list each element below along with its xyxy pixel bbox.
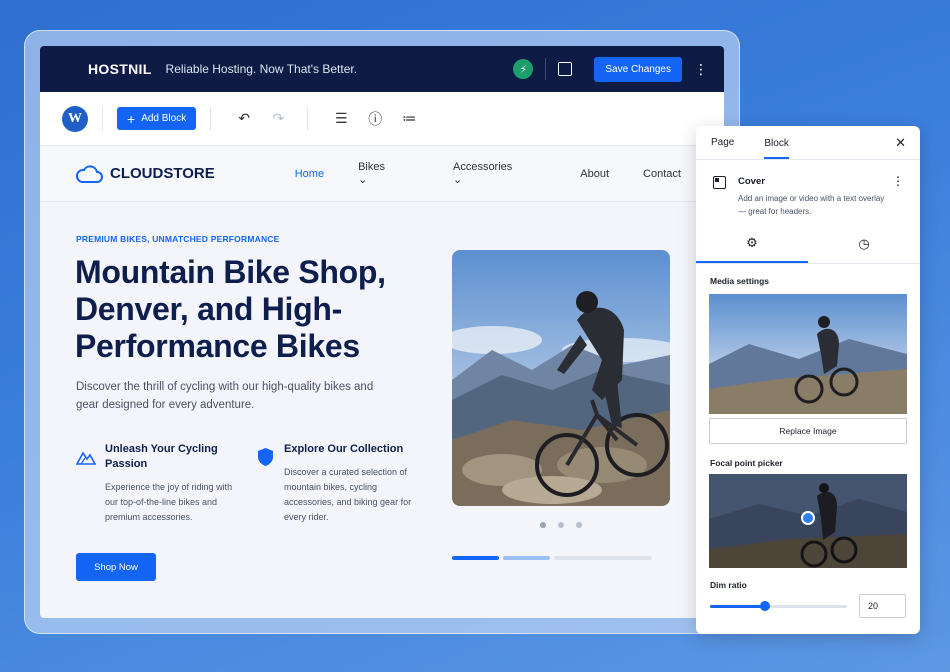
focal-point-label: Focal point picker bbox=[710, 458, 783, 468]
progress-segment bbox=[554, 556, 652, 560]
replace-image-button[interactable]: Replace Image bbox=[709, 418, 907, 444]
outline-icon[interactable]: ☰ bbox=[326, 110, 356, 127]
preview-icon[interactable] bbox=[558, 62, 573, 76]
slider-handle[interactable] bbox=[759, 601, 770, 611]
media-preview-image bbox=[709, 294, 907, 414]
tab-page[interactable]: Page bbox=[711, 127, 734, 158]
shop-now-button[interactable]: Shop Now bbox=[76, 553, 156, 581]
hero-eyebrow: PREMIUM BIKES, UNMATCHED PERFORMANCE bbox=[76, 234, 280, 244]
logo-bold: CLOUD bbox=[110, 165, 164, 182]
feature-passion: Unleash Your Cycling Passion Experience … bbox=[105, 442, 235, 525]
nav-item-home[interactable]: Home bbox=[295, 168, 324, 180]
brand-name: HOSTNIL bbox=[88, 61, 152, 77]
logo-rest: STORE bbox=[163, 165, 215, 182]
top-bar: HOSTNIL Reliable Hosting. Now That's Bet… bbox=[40, 46, 724, 92]
more-options-icon[interactable]: ⋮ bbox=[892, 174, 904, 188]
clock-icon: ◷ bbox=[858, 235, 870, 251]
progress-segment bbox=[452, 556, 499, 560]
settings-tab[interactable]: ⚙ bbox=[696, 224, 808, 263]
chevron-down-icon: ⌄ bbox=[358, 174, 368, 186]
lightning-icon[interactable]: ⚡ bbox=[513, 59, 534, 79]
editor-toolbar: W + Add Block ↶ ↷ ☰ ⓘ ≔ bbox=[40, 92, 724, 146]
add-block-button[interactable]: + Add Block bbox=[117, 107, 197, 130]
site-logo[interactable]: CLOUDSTORE bbox=[74, 164, 215, 184]
plus-icon: + bbox=[127, 110, 136, 127]
dim-ratio-slider[interactable] bbox=[710, 598, 847, 614]
slide-progress bbox=[452, 556, 652, 560]
hero-description: Discover the thrill of cycling with our … bbox=[76, 381, 374, 411]
gear-icon: ⚙ bbox=[746, 234, 758, 250]
wordpress-logo-icon[interactable]: W bbox=[62, 105, 88, 132]
slide-dots bbox=[540, 522, 582, 528]
list-view-icon[interactable]: ≔ bbox=[394, 110, 424, 127]
settings-subtabs: ⚙ ◷ bbox=[696, 224, 920, 264]
mountain-icon bbox=[76, 451, 96, 465]
feature-text: Discover a curated selection of mountain… bbox=[284, 467, 412, 522]
dim-ratio-label: Dim ratio bbox=[710, 580, 747, 590]
redo-icon[interactable]: ↷ bbox=[263, 110, 293, 127]
save-changes-button[interactable]: Save Changes bbox=[594, 56, 682, 82]
styles-tab[interactable]: ◷ bbox=[808, 224, 920, 263]
feature-title: Unleash Your Cycling Passion bbox=[105, 443, 218, 470]
feature-text: Experience the joy of riding with our to… bbox=[105, 482, 233, 522]
site-navigation: CLOUDSTORE Home Bikes ⌄ Accessories ⌄ Ab… bbox=[40, 146, 724, 202]
shield-icon bbox=[258, 448, 273, 466]
editor-window: HOSTNIL Reliable Hosting. Now That's Bet… bbox=[40, 46, 724, 618]
dim-ratio-input[interactable] bbox=[859, 594, 906, 618]
cloud-icon bbox=[75, 164, 103, 183]
nav-menu: Home Bikes ⌄ Accessories ⌄ About Contact… bbox=[295, 157, 724, 186]
feature-title: Explore Our Collection bbox=[284, 443, 404, 455]
slide-dot[interactable] bbox=[576, 522, 582, 528]
hero-headline: Mountain Bike Shop, Denver, and High-Per… bbox=[75, 254, 386, 364]
block-info: Cover Add an image or video with a text … bbox=[696, 160, 920, 224]
slide-dot[interactable] bbox=[558, 522, 564, 528]
dim-ratio-control bbox=[696, 594, 920, 618]
focal-point-picker[interactable] bbox=[709, 474, 907, 568]
nav-item-accessories[interactable]: Accessories ⌄ bbox=[453, 161, 546, 186]
feature-collection: Explore Our Collection Discover a curate… bbox=[284, 442, 416, 525]
nav-item-about[interactable]: About bbox=[580, 168, 609, 180]
more-options-icon[interactable]: ⋮ bbox=[694, 62, 708, 76]
info-icon[interactable]: ⓘ bbox=[360, 109, 390, 129]
nav-item-contact[interactable]: Contact bbox=[643, 168, 681, 180]
add-block-label: Add Block bbox=[141, 113, 187, 124]
chevron-down-icon: ⌄ bbox=[452, 174, 463, 186]
tab-block[interactable]: Block bbox=[764, 128, 789, 159]
hero-image[interactable] bbox=[452, 250, 670, 506]
block-settings-panel: Page Block ✕ Cover Add an image or video… bbox=[696, 126, 920, 634]
panel-tabs: Page Block ✕ bbox=[696, 126, 920, 160]
nav-item-bikes[interactable]: Bikes ⌄ bbox=[358, 161, 419, 186]
cover-block-icon bbox=[713, 176, 726, 189]
slide-dot[interactable] bbox=[540, 522, 546, 528]
block-name: Cover bbox=[738, 176, 765, 187]
hero-section: PREMIUM BIKES, UNMATCHED PERFORMANCE Mou… bbox=[40, 202, 724, 618]
close-icon[interactable]: ✕ bbox=[895, 135, 906, 151]
slider-fill bbox=[710, 605, 765, 608]
undo-icon[interactable]: ↶ bbox=[229, 110, 259, 127]
progress-segment bbox=[503, 556, 550, 560]
block-description: Add an image or video with a text overla… bbox=[738, 194, 885, 216]
focal-point-handle[interactable] bbox=[801, 511, 815, 525]
brand-tagline: Reliable Hosting. Now That's Better. bbox=[165, 62, 358, 76]
media-settings-label: Media settings bbox=[710, 276, 770, 286]
